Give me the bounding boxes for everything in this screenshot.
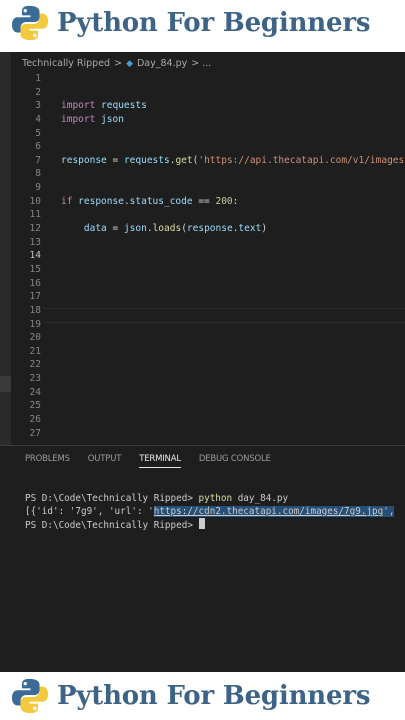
tab-output[interactable]: OUTPUT <box>88 454 122 468</box>
line-number: 18 <box>29 304 41 316</box>
python-logo-icon <box>11 678 49 714</box>
module-name: json <box>95 113 124 125</box>
bottom-panel: PROBLEMS OUTPUT TERMINAL DEBUG CONSOLE P… <box>0 445 405 672</box>
line-number: 17 <box>29 291 41 303</box>
colon: : <box>232 195 239 207</box>
paren: ) <box>261 223 268 235</box>
breadcrumb-file[interactable]: Day_84.py <box>137 58 187 69</box>
breadcrumb-folder[interactable]: Technically Ripped <box>22 58 110 69</box>
keyword: import <box>61 113 96 125</box>
function: get <box>175 154 193 166</box>
current-line-highlight <box>43 308 405 323</box>
tab-terminal[interactable]: TERMINAL <box>139 454 181 468</box>
line-number: 27 <box>29 427 41 439</box>
banner-title: Python For Beginners <box>57 681 371 711</box>
panel-tabs: PROBLEMS OUTPUT TERMINAL DEBUG CONSOLE <box>25 454 289 468</box>
line-number: 11 <box>29 209 41 221</box>
line-number: 24 <box>29 386 41 398</box>
keyword: if <box>61 195 73 207</box>
attribute: status_code <box>129 195 193 207</box>
line-number: 15 <box>29 263 41 275</box>
terminal-output[interactable]: PS D:\Code\Technically Ripped> python da… <box>25 492 405 531</box>
bottom-banner: Python For Beginners <box>0 672 405 720</box>
line-number: 22 <box>29 359 41 371</box>
terminal-line-2: [{'id': '7g9', 'url': 'https://cdn2.thec… <box>25 505 405 518</box>
attribute: text <box>238 223 262 235</box>
string-url: 'https://api.thecatapi.com/v1/images <box>198 154 405 166</box>
top-banner: Python For Beginners <box>0 0 405 46</box>
line-number: 16 <box>29 277 41 289</box>
breadcrumb: Technically Ripped > ◆ Day_84.py > ... <box>22 58 211 69</box>
line-number: 9 <box>35 182 41 194</box>
command-arg: day_84.py <box>232 493 289 504</box>
line-number: 12 <box>29 223 41 235</box>
line-number: 19 <box>29 318 41 330</box>
line-number: 23 <box>29 373 41 385</box>
keyword: import <box>61 100 96 112</box>
operator: == <box>192 195 216 207</box>
argument: response <box>186 223 233 235</box>
line-number: 25 <box>29 400 41 412</box>
tab-problems[interactable]: PROBLEMS <box>25 454 70 468</box>
line-number: 7 <box>35 154 41 166</box>
code-line-4: import json <box>61 113 405 127</box>
terminal-cursor <box>198 518 205 529</box>
python-logo-icon <box>11 5 49 41</box>
object: requests <box>123 154 170 166</box>
output-url-link[interactable]: https://cdn2.thecatapi.com/images/7g9.jp… <box>153 506 384 517</box>
line-number: 4 <box>35 113 41 125</box>
code-editor[interactable]: Technically Ripped > ◆ Day_84.py > ... 1… <box>0 52 405 672</box>
code-area[interactable]: import requests import json response = r… <box>61 72 405 236</box>
operator: = <box>106 154 124 166</box>
prompt: PS D:\Code\Technically Ripped> <box>25 520 199 531</box>
line-number: 6 <box>35 141 41 153</box>
line-number: 1 <box>35 73 41 84</box>
line-number: 3 <box>35 100 41 112</box>
command: python <box>198 493 233 504</box>
terminal-line-1: PS D:\Code\Technically Ripped> python da… <box>25 492 405 505</box>
variable: response <box>72 195 124 207</box>
output-text-tail: ', <box>383 506 395 517</box>
line-number: 2 <box>35 86 41 98</box>
line-number-active: 14 <box>29 250 41 262</box>
line-number: 8 <box>35 168 41 180</box>
code-line-12: data = json.loads(response.text) <box>61 222 405 236</box>
python-file-icon: ◆ <box>126 58 133 69</box>
terminal-line-3: PS D:\Code\Technically Ripped> <box>25 518 405 531</box>
banner-title: Python For Beginners <box>57 8 371 38</box>
line-number: 26 <box>29 414 41 426</box>
code-line-3: import requests <box>61 99 405 113</box>
line-number: 21 <box>29 345 41 357</box>
line-number-gutter: 1 2 3 4 5 6 7 8 9 10 11 12 13 14 15 16 1… <box>11 72 43 440</box>
operator: = <box>106 223 124 235</box>
line-number: 5 <box>35 127 41 139</box>
prompt: PS D:\Code\Technically Ripped> <box>25 493 199 504</box>
object: json <box>123 223 147 235</box>
function: loads <box>152 223 182 235</box>
module-name: requests <box>95 100 147 112</box>
tab-debug-console[interactable]: DEBUG CONSOLE <box>199 454 271 468</box>
breadcrumb-tail: > ... <box>191 58 212 69</box>
line-number: 13 <box>29 236 41 248</box>
line-number: 10 <box>29 195 41 207</box>
line-number: 20 <box>29 332 41 344</box>
variable: data <box>83 223 107 235</box>
output-text: [{'id': '7g9', 'url': ' <box>25 506 154 517</box>
variable: response <box>61 154 107 166</box>
breadcrumb-separator: > <box>114 58 123 69</box>
code-line-7: response = requests.get('https://api.the… <box>61 154 405 168</box>
number: 200 <box>215 195 233 207</box>
code-line-10: if response.status_code == 200: <box>61 195 405 209</box>
